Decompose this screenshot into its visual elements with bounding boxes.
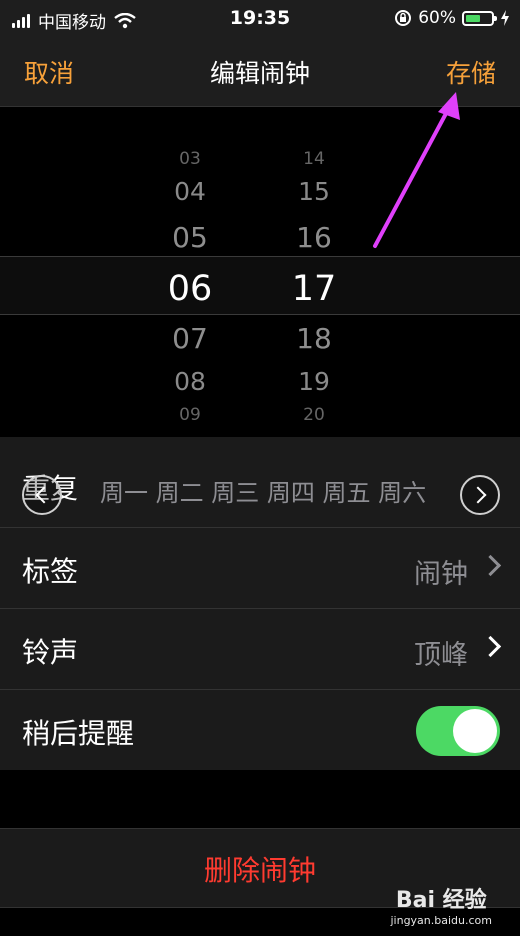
- label-value: 闹钟: [414, 559, 468, 590]
- minute-value: 20: [303, 405, 325, 425]
- section-gap: [0, 770, 520, 828]
- repeat-row[interactable]: 重复 周一 周二 周三 周四 周五 周六: [0, 437, 520, 528]
- snooze-row: 稍后提醒: [0, 690, 520, 771]
- sound-row[interactable]: 铃声 顶峰: [0, 609, 520, 690]
- watermark-main: Bai 经验: [395, 888, 487, 913]
- chevron-right-icon: [479, 554, 502, 577]
- label-label: 标签: [22, 555, 79, 588]
- chevron-right-icon: [479, 635, 502, 658]
- hour-selected: 06: [167, 269, 213, 309]
- settings-list: 重复 周一 周二 周三 周四 周五 周六 标签 闹钟 铃声 顶峰 稍后提醒: [0, 437, 520, 771]
- minute-selected: 17: [291, 269, 337, 309]
- sound-label: 铃声: [22, 636, 79, 669]
- hour-value: 07: [172, 322, 208, 355]
- label-row[interactable]: 标签 闹钟: [0, 528, 520, 609]
- snooze-label: 稍后提醒: [22, 717, 135, 750]
- chevron-right-icon: [469, 486, 487, 504]
- minute-value: 18: [296, 322, 332, 355]
- chevron-left-icon: [35, 486, 53, 504]
- carousel-prev-button[interactable]: [22, 475, 62, 515]
- carousel-next-button[interactable]: [460, 475, 500, 515]
- hour-value: 08: [174, 367, 206, 396]
- repeat-value: 周一 周二 周三 周四 周五 周六: [100, 479, 427, 507]
- hour-value: 09: [179, 405, 201, 425]
- watermark-url: jingyan.baidu.com: [390, 914, 492, 927]
- watermark-logo: Bai 经验 jingyan.baidu.com: [390, 882, 492, 927]
- minute-value: 19: [298, 367, 330, 396]
- snooze-toggle[interactable]: [416, 706, 500, 756]
- toggle-knob: [453, 709, 497, 753]
- sound-value: 顶峰: [414, 640, 468, 671]
- picker-selection-band: [0, 256, 520, 315]
- annotation-arrow: [373, 92, 460, 248]
